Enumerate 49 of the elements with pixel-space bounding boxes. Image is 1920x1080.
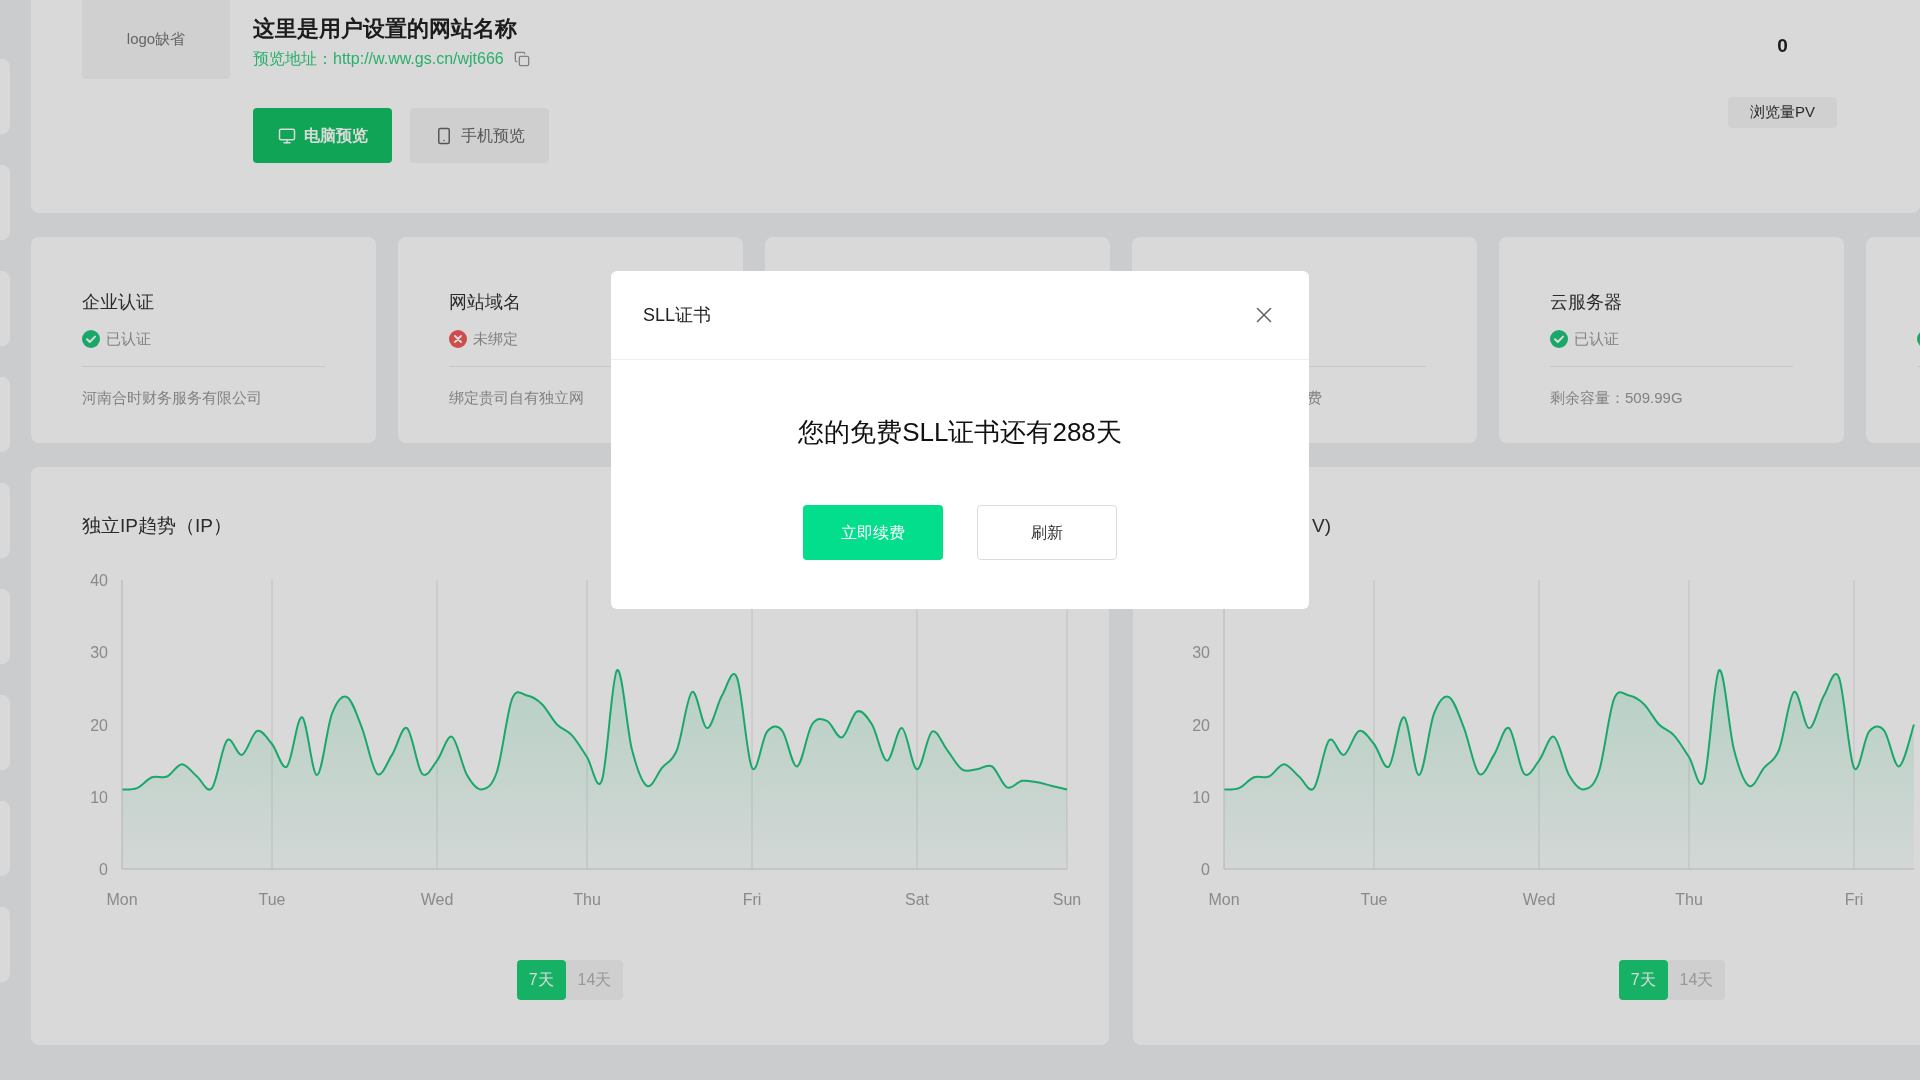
chart-title: V) [1312, 514, 1331, 539]
x-tick-label: Fri [742, 891, 762, 908]
status-label: 已认证 [1574, 328, 1619, 349]
x-tick-label: Sun [1052, 891, 1082, 908]
x-tick-label: Fri [1844, 891, 1864, 908]
card-title: 企业认证 [82, 290, 154, 314]
preview-button[interactable]: 电脑预览 [253, 108, 392, 163]
preview-label: 预览地址： [253, 49, 333, 69]
card-title: 网站域名 [449, 290, 521, 314]
dialog-title: SLL证书 [643, 303, 712, 327]
y-tick-label: 10 [90, 788, 108, 806]
x-tick-label: Wed [420, 891, 454, 908]
x-tick-label: Tue [258, 891, 286, 908]
preview-button[interactable]: 手机预览 [410, 108, 549, 163]
x-tick-label: Sat [905, 891, 929, 908]
preview-link[interactable]: http://w.ww.gs.cn/wjt666 [333, 47, 504, 71]
card-detail: 绑定贵司自有独立网 [449, 387, 584, 408]
x-tick-label: Mon [106, 891, 138, 908]
y-tick-label: 20 [1192, 716, 1210, 734]
y-tick-label: 30 [1192, 644, 1210, 662]
site-name: 这里是用户设置的网站名称 [253, 15, 518, 43]
x-tick-label: Tue [1360, 891, 1388, 908]
y-tick-label: 0 [1201, 861, 1210, 878]
chart-title: 独立IP趋势（IP） [82, 514, 232, 539]
card-detail: 河南合时财务服务有限公司 [82, 387, 262, 408]
renew-button[interactable]: 立即续费 [803, 505, 943, 560]
y-tick-label: 0 [99, 861, 108, 878]
pv-label: 浏览量PV [1728, 96, 1837, 128]
x-tick-label: Mon [1208, 891, 1240, 908]
y-tick-label: 40 [90, 572, 108, 589]
status-label: 已认证 [106, 328, 151, 349]
dialog-message: 您的免费SLL证书还有288天 [798, 416, 1122, 449]
card-detail: 费 [1306, 387, 1322, 408]
logo-placeholder-text: logo缺省 [126, 29, 186, 50]
x-tick-label: Wed [1522, 891, 1556, 908]
status-label: 未绑定 [473, 328, 518, 349]
copy-icon[interactable] [513, 51, 530, 67]
range-tab[interactable]: 7天 [516, 960, 566, 1000]
y-tick-label: 30 [90, 644, 108, 662]
card-title: 云服务器 [1550, 290, 1622, 314]
x-tick-label: Thu [1675, 891, 1703, 908]
card-detail: 剩余容量：509.99G [1550, 387, 1683, 408]
monitor-icon [277, 126, 296, 145]
x-tick-label: Thu [573, 891, 601, 908]
y-tick-label: 10 [1192, 788, 1210, 806]
y-tick-label: 20 [90, 716, 108, 734]
pv-count: 0 [1777, 34, 1788, 58]
range-tab[interactable]: 7天 [1618, 960, 1668, 1000]
refresh-button[interactable]: 刷新 [977, 505, 1117, 560]
